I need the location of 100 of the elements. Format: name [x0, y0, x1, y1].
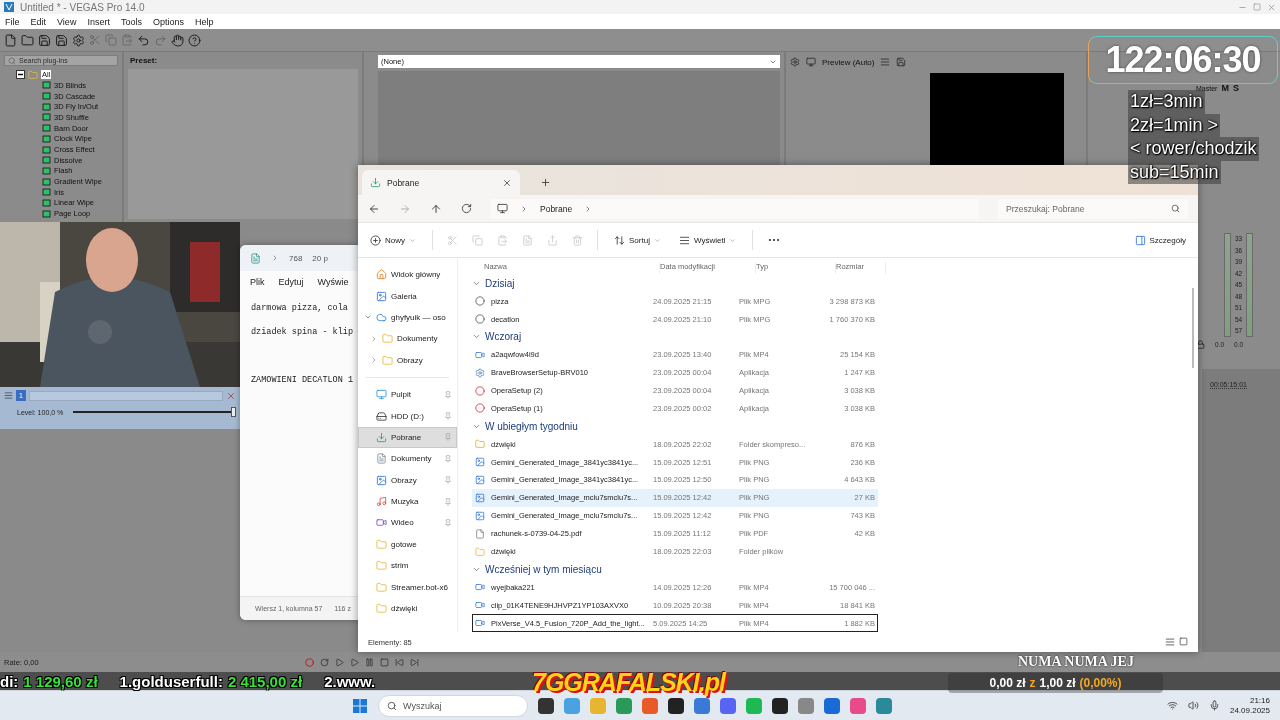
solo-button[interactable]: S [1232, 83, 1239, 93]
search-field[interactable]: Wyszukaj [378, 694, 528, 717]
save-icon[interactable] [896, 57, 907, 67]
scissors-icon[interactable] [447, 234, 458, 246]
mute-button[interactable]: M [1221, 83, 1229, 93]
menu-item[interactable]: Plik [250, 277, 265, 287]
image-file-icon [475, 457, 485, 468]
tab-title[interactable]: 20 p [312, 253, 328, 263]
picture-icon [376, 474, 387, 486]
group-heading[interactable]: Wcześniej w tym miesiącu [485, 563, 602, 575]
group-heading[interactable]: Wczoraj [485, 331, 522, 343]
details-button[interactable]: Szczegóły [1132, 232, 1188, 248]
collapse-icon[interactable] [16, 70, 25, 80]
nav-item[interactable]: Widok główny [358, 264, 457, 286]
menu-item[interactable]: File [5, 16, 20, 27]
nav-item[interactable]: Obrazy [358, 349, 457, 371]
download-icon [370, 177, 381, 188]
menu-icon[interactable] [4, 391, 13, 400]
wifi-icon[interactable] [1166, 700, 1178, 711]
pause-icon[interactable] [365, 657, 374, 667]
search-icon [387, 700, 397, 711]
save-icon[interactable] [38, 33, 51, 47]
new-tab-icon[interactable] [540, 177, 551, 188]
view-button[interactable]: Wyświetl [676, 232, 739, 248]
pin-icon [444, 519, 452, 527]
folder-icon[interactable] [21, 33, 34, 47]
nav-item[interactable]: Dokumenty [358, 448, 457, 470]
video-file-icon [475, 582, 485, 593]
refresh-icon[interactable] [461, 203, 472, 214]
address-bar[interactable]: Pobrane [491, 198, 979, 219]
group-heading[interactable]: Dzisiaj [485, 277, 515, 289]
save-icon[interactable] [55, 33, 68, 47]
help-icon[interactable] [188, 33, 201, 47]
sort-button[interactable]: Sortuj [612, 232, 663, 248]
text-line: ZAMOWIENI DECATLON 1 [251, 375, 355, 387]
tiles-view-icon[interactable] [1179, 637, 1188, 646]
taskbar-app-icon[interactable] [668, 697, 684, 714]
lines-icon[interactable] [880, 57, 891, 67]
menu-item[interactable]: Edytuj [278, 277, 304, 287]
monitor-icon[interactable] [806, 57, 816, 67]
menu-item[interactable]: Edit [30, 16, 47, 27]
home-icon [376, 269, 387, 281]
settings-icon[interactable] [72, 33, 85, 47]
search-field[interactable]: Przeszukaj: Pobrane [998, 198, 1188, 219]
paste-icon[interactable] [497, 234, 508, 246]
start-icon[interactable] [352, 697, 368, 714]
pin-icon [444, 390, 452, 399]
preview-quality-dropdown[interactable]: Preview (Auto) [822, 57, 875, 67]
nav-item[interactable]: Galeria [358, 285, 457, 307]
stop-icon[interactable] [380, 657, 389, 667]
nav-item[interactable]: dźwięki [358, 597, 457, 620]
pin-icon [444, 476, 452, 485]
nav-item[interactable]: gotowe [358, 533, 457, 556]
back-icon[interactable] [368, 202, 380, 215]
new-button[interactable]: Nowy [368, 232, 418, 248]
share-icon[interactable] [547, 234, 558, 246]
loop-icon[interactable] [320, 657, 329, 667]
nav-item[interactable]: HDD (D:) [358, 405, 457, 427]
record-icon[interactable] [305, 657, 314, 667]
details-view-icon[interactable] [1165, 637, 1175, 647]
nav-item[interactable]: strim [358, 555, 457, 577]
menu-item[interactable]: Tools [120, 16, 142, 27]
group-heading[interactable]: W ubiegłym tygodniu [485, 420, 578, 432]
menu-item[interactable]: Help [194, 16, 214, 27]
file-icon [475, 528, 485, 539]
taskbar-app-icon[interactable] [772, 697, 788, 714]
nav-item[interactable]: Pobrane [358, 426, 457, 449]
nav-item[interactable]: Dokumenty [358, 328, 457, 350]
skip-back-icon[interactable] [395, 657, 404, 667]
new-file-icon[interactable] [4, 33, 17, 47]
goal-text: z [1029, 676, 1036, 690]
maximize-icon[interactable] [1253, 3, 1261, 11]
nav-item[interactable]: ghyfyuik — oso [358, 306, 457, 329]
taskbar-app-icon[interactable] [538, 697, 554, 714]
nav-item[interactable]: Streamer.bot-x6 [358, 576, 457, 598]
menu-item[interactable]: Insert [87, 16, 110, 27]
nav-item[interactable]: Muzyka [358, 490, 457, 513]
skip-forward-icon[interactable] [410, 657, 419, 667]
copy-icon[interactable] [105, 34, 117, 46]
close-icon[interactable] [226, 390, 236, 401]
nav-item[interactable]: Wideo [358, 512, 457, 534]
up-icon[interactable] [430, 202, 442, 215]
menu-item[interactable]: Options [152, 16, 184, 27]
volume-icon[interactable] [1187, 700, 1199, 711]
delete-icon[interactable] [572, 234, 583, 246]
breadcrumb-item[interactable]: Pobrane [540, 203, 573, 214]
caret-icon[interactable] [271, 254, 279, 262]
hand-icon[interactable] [171, 33, 184, 47]
undo-icon[interactable] [137, 33, 150, 47]
scissors-icon[interactable] [89, 34, 101, 46]
slider-thumb[interactable] [231, 407, 236, 417]
explorer-tab[interactable]: Pobrane [362, 170, 520, 195]
nav-item[interactable]: Obrazy [358, 469, 457, 491]
settings-icon[interactable] [790, 57, 800, 67]
nav-item[interactable]: Pulpit [358, 383, 457, 406]
menu-item[interactable]: View [57, 16, 77, 27]
paste-icon[interactable] [121, 34, 133, 46]
microphone-icon[interactable] [1208, 700, 1220, 711]
menu-item[interactable]: Wyświe [317, 277, 349, 287]
close-icon[interactable] [502, 177, 512, 188]
